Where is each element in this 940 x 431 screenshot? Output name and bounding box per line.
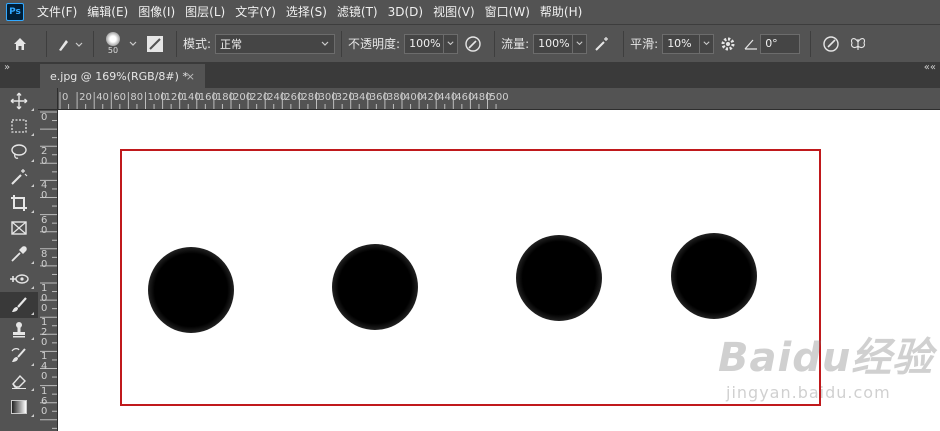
- eyedropper-tool-icon[interactable]: [0, 241, 38, 267]
- separator: [810, 30, 812, 57]
- menu-item-4[interactable]: 文字(Y): [230, 0, 281, 24]
- menu-item-9[interactable]: 窗口(W): [480, 0, 535, 24]
- ruler-label: 80: [130, 92, 144, 103]
- chevron-down-icon[interactable]: [126, 39, 140, 49]
- ruler-label: 1 6 0: [41, 385, 48, 417]
- ruler-label: 6 0: [41, 214, 48, 236]
- magic-wand-tool-icon[interactable]: [0, 165, 38, 191]
- separator: [46, 30, 47, 57]
- menu-item-10[interactable]: 帮助(H): [535, 0, 587, 24]
- pressure-opacity-icon[interactable]: [458, 35, 488, 53]
- soft-brush-dot-4: [671, 233, 757, 319]
- soft-brush-dot-1: [148, 247, 234, 333]
- gear-icon[interactable]: [714, 36, 742, 52]
- brush-size-picker[interactable]: 50: [100, 32, 126, 55]
- mode-select[interactable]: 正常: [215, 33, 336, 54]
- menu-item-0[interactable]: 文件(F): [32, 0, 82, 24]
- document-canvas[interactable]: Baidu经验 jingyan.baidu.com: [58, 110, 940, 431]
- gradient-swatch: [11, 399, 27, 414]
- brush-tool-icon[interactable]: [0, 292, 38, 318]
- ruler-label: 1 0 0: [41, 283, 48, 314]
- frame-tool-icon[interactable]: [0, 216, 38, 242]
- photoshop-logo[interactable]: Ps: [6, 3, 24, 21]
- menu-item-3[interactable]: 图层(L): [180, 0, 230, 24]
- menu-item-6[interactable]: 滤镜(T): [332, 0, 383, 24]
- menu-item-2[interactable]: 图像(I): [133, 0, 180, 24]
- smoothing-label: 平滑:: [630, 37, 659, 51]
- ruler-label: 8 0: [41, 248, 48, 270]
- document-tab[interactable]: e.jpg @ 169%(RGB/8#) * ×: [40, 64, 205, 88]
- ruler-label: 1 4 0: [41, 351, 48, 383]
- smoothing-input[interactable]: 10%: [662, 33, 701, 54]
- menu-item-7[interactable]: 3D(D): [383, 0, 428, 24]
- mode-value: 正常: [220, 37, 243, 51]
- menu-item-1[interactable]: 编辑(E): [82, 0, 133, 24]
- menu-item-5[interactable]: 选择(S): [281, 0, 332, 24]
- ruler-label: 0: [62, 92, 69, 103]
- ruler-label: 1 2 0: [41, 317, 48, 349]
- ruler-label: 2 0: [41, 146, 48, 168]
- ruler-label: 60: [113, 92, 127, 103]
- separator: [176, 30, 177, 57]
- horizontal-ruler: 0 20 40 60 80 100 120 140 160 180 200 220 240 260 280 3…: [58, 88, 940, 110]
- brush-tip-icon: [106, 32, 120, 46]
- separator: [623, 30, 625, 57]
- ruler-label: 40: [96, 92, 109, 103]
- soft-brush-dot-3: [516, 235, 602, 321]
- ruler-label: 0: [41, 112, 48, 123]
- eraser-tool-icon[interactable]: [0, 369, 38, 395]
- collapse-panels-icon[interactable]: »: [4, 62, 10, 73]
- document-tab-bar: » e.jpg @ 169%(RGB/8#) * × ««: [0, 62, 940, 88]
- symmetry-butterfly-icon[interactable]: [845, 36, 871, 52]
- soft-brush-dot-2: [332, 244, 418, 330]
- angle-icon: [742, 38, 760, 50]
- brush-size-value: 50: [107, 46, 119, 55]
- ruler-corner: [38, 88, 58, 110]
- opacity-input[interactable]: 100%: [404, 33, 445, 54]
- document-title: e.jpg @ 169%(RGB/8#) *: [50, 69, 188, 83]
- gradient-tool-icon[interactable]: [0, 394, 38, 420]
- crop-tool-icon[interactable]: [0, 190, 38, 216]
- separator: [341, 30, 343, 57]
- ruler-label: 20: [79, 92, 92, 103]
- ruler-label: 4 0: [41, 180, 48, 202]
- chevron-down-icon: [703, 41, 710, 46]
- move-tool-icon[interactable]: [0, 88, 38, 114]
- brush-preset-icon[interactable]: [53, 36, 87, 52]
- vertical-ruler: 0 2 0 4 0 6 0 8 0 1 0 0 1 2 0 1 4 0 1 6 0: [38, 110, 58, 431]
- angle-input[interactable]: 0°: [760, 33, 801, 54]
- options-bar: 50 模式: 正常 不透明度: 100% 流量: 100% 平滑: 10% 0°: [0, 24, 940, 62]
- home-icon[interactable]: [0, 36, 40, 52]
- flow-input[interactable]: 100%: [533, 33, 574, 54]
- brush-settings-panel-icon[interactable]: [140, 35, 170, 53]
- close-icon[interactable]: ×: [186, 70, 195, 83]
- chevron-down-icon: [576, 41, 583, 46]
- menu-items: 文件(F) 编辑(E) 图像(I) 图层(L) 文字(Y) 选择(S) 滤镜(T) 3D(D)…: [32, 0, 587, 24]
- opacity-dropdown[interactable]: [444, 33, 459, 54]
- chevron-down-icon: [321, 41, 329, 46]
- menu-item-8[interactable]: 视图(V): [428, 0, 480, 24]
- chevron-down-icon: [447, 41, 454, 46]
- lasso-tool-icon[interactable]: [0, 139, 38, 165]
- flow-label: 流量:: [501, 37, 530, 51]
- menu-bar: Ps 文件(F) 编辑(E) 图像(I) 图层(L) 文字(Y) 选择(S) 滤镜(T) 3D…: [0, 0, 940, 24]
- opacity-label: 不透明度:: [348, 37, 401, 51]
- expand-panels-icon[interactable]: ««: [924, 62, 936, 73]
- tools-panel: [0, 88, 38, 431]
- separator: [494, 30, 496, 57]
- flow-dropdown[interactable]: [573, 33, 588, 54]
- clone-stamp-tool-icon[interactable]: [0, 318, 38, 344]
- airbrush-icon[interactable]: [587, 35, 617, 53]
- marquee-tool-icon[interactable]: [0, 114, 38, 140]
- smoothing-dropdown[interactable]: [700, 33, 715, 54]
- history-brush-tool-icon[interactable]: [0, 343, 38, 369]
- separator: [93, 30, 94, 57]
- ruler-label: 500: [489, 92, 509, 103]
- mode-label: 模式:: [183, 37, 212, 51]
- pressure-size-icon[interactable]: [817, 35, 845, 53]
- spot-healing-tool-icon[interactable]: [0, 267, 38, 293]
